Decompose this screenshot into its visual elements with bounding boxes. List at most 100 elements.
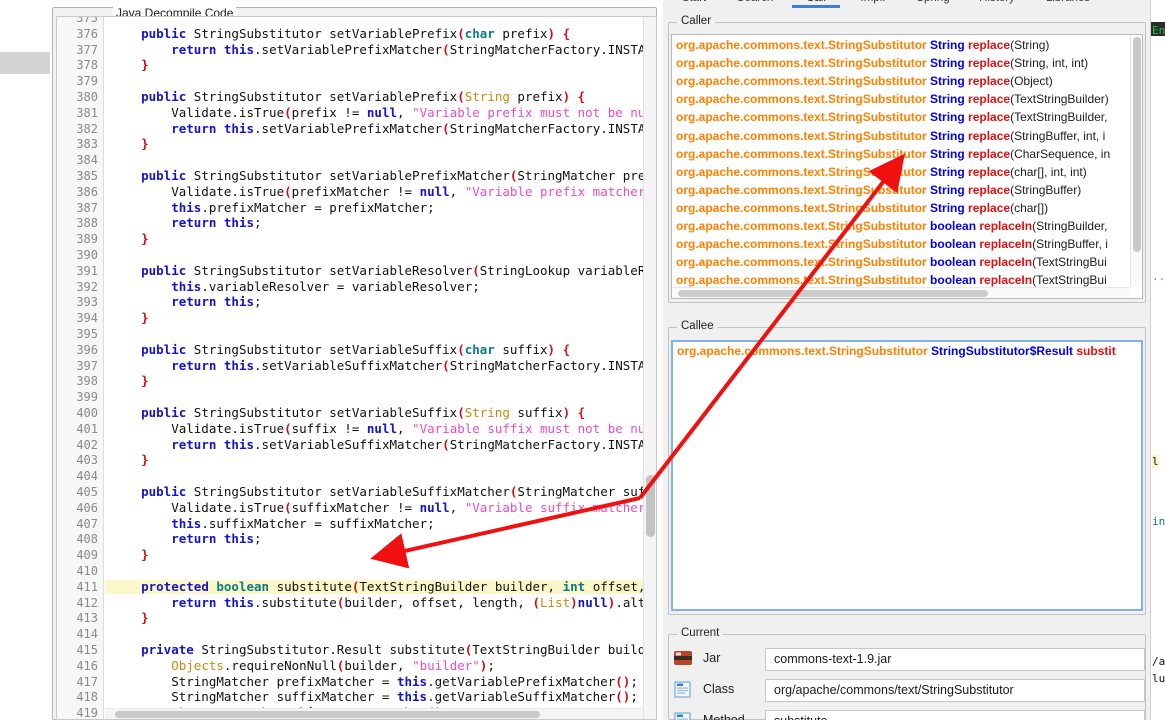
current-field-value-text: commons-text-1.9.jar bbox=[774, 652, 892, 666]
code-horizontal-scrollbar[interactable] bbox=[105, 708, 643, 719]
code-line[interactable]: Validate.isTrue(suffix != null, "Variabl… bbox=[111, 420, 656, 436]
code-line[interactable]: Validate.isTrue(prefix != null, "Variabl… bbox=[111, 105, 656, 120]
code-line[interactable]: } bbox=[111, 58, 149, 72]
caller-list-horizontal-scrollbar-thumb[interactable] bbox=[678, 290, 988, 297]
code-line[interactable]: } bbox=[111, 611, 149, 625]
code-line[interactable]: StringMatcher prefixMatcher = this.getVa… bbox=[111, 673, 638, 689]
caller-list-item[interactable]: org.apache.commons.text.StringSubstituto… bbox=[676, 201, 1048, 216]
code-line[interactable]: Validate.isTrue(suffixMatcher != null, "… bbox=[111, 500, 656, 515]
code-token: ; bbox=[630, 673, 638, 689]
tab-history[interactable]: History bbox=[967, 0, 1027, 8]
tab-start[interactable]: Start bbox=[668, 0, 720, 8]
code-line[interactable]: public StringSubstitutor setVariablePref… bbox=[111, 90, 585, 104]
caller-list[interactable]: org.apache.commons.text.StringSubstituto… bbox=[671, 34, 1143, 299]
tab-impl[interactable]: Impl. bbox=[847, 0, 899, 8]
caller-list-item[interactable]: org.apache.commons.text.StringSubstituto… bbox=[676, 74, 1053, 89]
code-line[interactable]: this.variableResolver = variableResolver… bbox=[111, 279, 480, 294]
tab-call[interactable]: Call bbox=[790, 0, 842, 8]
caller-list-item[interactable]: org.apache.commons.text.StringSubstituto… bbox=[676, 165, 1087, 180]
caller-list-item[interactable]: org.apache.commons.text.StringSubstituto… bbox=[676, 56, 1088, 71]
code-token: public bbox=[141, 262, 187, 278]
code-line[interactable]: return this.setVariableSuffixMatcher(Str… bbox=[111, 358, 656, 373]
caller-list-vertical-scrollbar-thumb[interactable] bbox=[1133, 37, 1141, 252]
code-vertical-scrollbar-thumb[interactable] bbox=[646, 475, 655, 537]
code-line[interactable]: public StringSubstitutor setVariablePref… bbox=[111, 26, 570, 41]
code-line[interactable]: return this.setVariablePrefixMatcher(Str… bbox=[111, 41, 656, 57]
code-token: ( bbox=[284, 183, 292, 199]
callee-list-item[interactable]: org.apache.commons.text.StringSubstituto… bbox=[677, 344, 1116, 359]
method-icon bbox=[673, 712, 695, 720]
caller-list-item[interactable]: org.apache.commons.text.StringSubstituto… bbox=[676, 110, 1107, 125]
tab-spring[interactable]: Spring bbox=[904, 0, 962, 8]
caller-list-item[interactable]: org.apache.commons.text.StringSubstituto… bbox=[676, 237, 1108, 252]
method-mth: replace bbox=[964, 92, 1011, 107]
method-ret: String bbox=[926, 92, 965, 107]
caller-list-item[interactable]: org.apache.commons.text.StringSubstituto… bbox=[676, 219, 1107, 234]
code-editor[interactable]: 375 376 377 378 379 380 381 382 383 384 385 386 387 3… bbox=[56, 16, 657, 720]
code-vertical-scrollbar[interactable] bbox=[643, 17, 656, 719]
method-arg: (char[], int, int) bbox=[1010, 164, 1087, 179]
method-mth: replace bbox=[964, 74, 1011, 89]
caller-list-vertical-scrollbar[interactable] bbox=[1130, 35, 1142, 287]
tab-bar[interactable]: Start Search Call Impl. Spring History Librari… bbox=[663, 0, 1150, 8]
code-line[interactable]: return this; bbox=[111, 295, 261, 309]
method-mth: replace bbox=[964, 38, 1011, 52]
code-line[interactable]: } bbox=[111, 548, 149, 562]
code-line[interactable]: return this.substitute (builder, offset, … bbox=[111, 594, 656, 610]
code-token: ( bbox=[457, 89, 465, 104]
code-line[interactable]: public StringSubstitutor setVariableSuff… bbox=[111, 406, 585, 420]
code-line[interactable]: return this.setVariablePrefixMatcher(Str… bbox=[111, 121, 656, 136]
method-pkg: org.apache.commons.text.StringSubstituto… bbox=[676, 237, 927, 252]
code-token: substitute bbox=[269, 578, 352, 594]
code-line[interactable]: return this; bbox=[111, 216, 261, 230]
code-line[interactable]: } bbox=[111, 374, 149, 388]
code-line[interactable]: } bbox=[111, 232, 149, 246]
code-token: suffix != bbox=[291, 420, 367, 436]
code-line[interactable]: public StringSubstitutor setVariableSuff… bbox=[111, 485, 656, 499]
caller-list-item[interactable]: org.apache.commons.text.StringSubstituto… bbox=[676, 38, 1049, 53]
tab-libraries[interactable]: Libraries bbox=[1032, 0, 1104, 8]
callee-list[interactable]: org.apache.commons.text.StringSubstituto… bbox=[671, 340, 1143, 611]
code-line[interactable]: public StringSubstitutor setVariableReso… bbox=[111, 262, 656, 278]
code-line[interactable]: public StringSubstitutor setVariableSuff… bbox=[111, 342, 570, 357]
code-token: ( bbox=[442, 41, 450, 57]
code-text-area[interactable]: public StringSubstitutor setVariablePref… bbox=[105, 17, 656, 719]
caller-list-item[interactable]: org.apache.commons.text.StringSubstituto… bbox=[676, 255, 1107, 270]
code-line[interactable]: this.suffixMatcher = suffixMatcher; bbox=[111, 516, 434, 531]
current-field-value-method[interactable]: substitute bbox=[765, 710, 1145, 720]
caller-list-item[interactable]: org.apache.commons.text.StringSubstituto… bbox=[676, 183, 1081, 198]
method-mth: replace bbox=[964, 164, 1011, 179]
code-line[interactable]: public StringSubstitutor setVariablePref… bbox=[111, 169, 656, 183]
jar-icon bbox=[673, 650, 695, 669]
code-line[interactable]: } bbox=[111, 453, 149, 467]
code-line[interactable]: return this; bbox=[111, 532, 261, 546]
code-token: List bbox=[540, 594, 571, 610]
code-line[interactable]: return this.setVariableSuffixMatcher(Str… bbox=[111, 437, 656, 452]
method-pkg: org.apache.commons.text.StringSubstituto… bbox=[676, 92, 927, 107]
method-arg: (TextStringBuilder, bbox=[1010, 110, 1108, 125]
code-line[interactable]: this.prefixMatcher = prefixMatcher; bbox=[111, 200, 434, 215]
code-horizontal-scrollbar-thumb[interactable] bbox=[115, 711, 540, 718]
code-line[interactable]: Validate.isTrue(prefixMatcher != null, "… bbox=[111, 183, 656, 199]
caller-list-item[interactable]: org.apache.commons.text.StringSubstituto… bbox=[676, 92, 1109, 107]
code-line[interactable]: StringMatcher suffixMatcher = this.getVa… bbox=[111, 690, 638, 704]
code-line[interactable]: private StringSubstitutor.Result substit… bbox=[111, 643, 656, 657]
current-field-value-jar[interactable]: commons-text-1.9.jar bbox=[765, 648, 1145, 671]
current-field-value-class[interactable]: org/apache/commons/text/StringSubstituto… bbox=[765, 679, 1145, 702]
method-ret: String bbox=[926, 146, 965, 161]
code-line-highlighted[interactable]: protected boolean substitute(TextStringB… bbox=[105, 578, 656, 594]
code-line[interactable]: } bbox=[111, 311, 149, 325]
line-number: 380 bbox=[76, 90, 98, 104]
caller-list-item[interactable]: org.apache.commons.text.StringSubstituto… bbox=[676, 147, 1110, 162]
caller-list-item[interactable]: org.apache.commons.text.StringSubstituto… bbox=[676, 129, 1105, 144]
current-field-value-text: substitute bbox=[774, 714, 828, 720]
tab-search[interactable]: Search bbox=[725, 0, 785, 8]
code-line[interactable]: Objects.requireNonNull(builder, "builder… bbox=[111, 658, 495, 673]
caller-list-horizontal-scrollbar[interactable] bbox=[672, 287, 1130, 298]
code-line[interactable]: } bbox=[111, 137, 149, 151]
